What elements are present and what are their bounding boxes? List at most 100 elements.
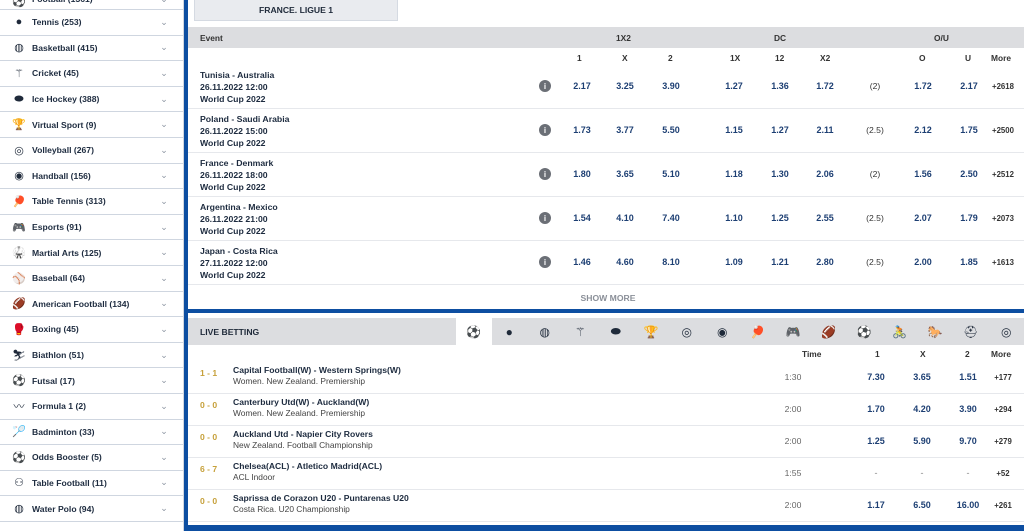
odd-ox[interactable]: 3.65 — [605, 169, 645, 179]
sidebar-item[interactable]: ⚚ Cricket (45) ⌄ — [0, 61, 183, 87]
odd-o2[interactable]: 5.10 — [651, 169, 691, 179]
match-teams[interactable]: Auckland Utd - Napier City Rovers — [233, 428, 373, 440]
odd-d1x[interactable]: 1.09 — [714, 257, 754, 267]
match-teams[interactable]: Capital Football(W) - Western Springs(W) — [233, 364, 401, 376]
chevron-down-icon[interactable]: ⌄ — [159, 68, 169, 78]
tennis-icon[interactable]: ● — [492, 318, 528, 345]
info-icon[interactable]: i — [539, 256, 551, 268]
table-tennis-icon[interactable]: 🏓 — [740, 318, 776, 345]
odd-d12[interactable]: 1.36 — [760, 81, 800, 91]
chevron-down-icon[interactable]: ⌄ — [159, 0, 169, 4]
chevron-down-icon[interactable]: ⌄ — [159, 145, 169, 155]
chevron-down-icon[interactable]: ⌄ — [159, 452, 169, 462]
odd-o2[interactable]: 7.40 — [651, 213, 691, 223]
chevron-down-icon[interactable]: ⌄ — [159, 477, 169, 488]
chevron-down-icon[interactable]: ⌄ — [159, 119, 169, 130]
chevron-down-icon[interactable]: ⌄ — [159, 170, 169, 181]
odd-ov[interactable]: 1.56 — [903, 169, 943, 179]
odd-d12[interactable]: 1.27 — [760, 125, 800, 135]
live-odd-1[interactable]: 1.25 — [856, 436, 896, 446]
live-odd-x[interactable]: 4.20 — [902, 404, 942, 414]
match-teams[interactable]: Canterbury Utd(W) - Auckland(W) — [233, 396, 369, 408]
sidebar-item[interactable]: ◎ Volleyball (267) ⌄ — [0, 138, 183, 164]
odd-ov[interactable]: 2.07 — [903, 213, 943, 223]
more-markets-link[interactable]: +2618 — [983, 82, 1023, 91]
sidebar-item[interactable]: 〰 Formula 1 (2) ⌄ — [0, 394, 183, 420]
event-info[interactable]: Tunisia - Australia 26.11.2022 12:00 World… — [200, 69, 274, 105]
chevron-down-icon[interactable]: ⌄ — [159, 375, 169, 386]
odd-ox[interactable]: 4.10 — [605, 213, 645, 223]
basketball-icon[interactable]: ◍ — [527, 318, 563, 345]
odd-o1[interactable]: 2.17 — [562, 81, 602, 91]
odd-o2[interactable]: 5.50 — [651, 125, 691, 135]
odd-ox[interactable]: 4.60 — [605, 257, 645, 267]
volleyball-icon[interactable]: ◎ — [669, 318, 705, 345]
horse-icon[interactable]: 🐎 — [918, 318, 954, 345]
info-icon[interactable]: i — [539, 168, 551, 180]
live-odd-x[interactable]: 6.50 — [902, 500, 942, 510]
event-info[interactable]: Japan - Costa Rica 27.11.2022 12:00 World … — [200, 245, 278, 281]
odd-d1x[interactable]: 1.10 — [714, 213, 754, 223]
sidebar-item[interactable]: 🏓 Table Tennis (313) ⌄ — [0, 189, 183, 215]
sidebar-item[interactable]: ⛷ Biathlon (51) ⌄ — [0, 343, 183, 369]
live-odd-1[interactable]: - — [856, 468, 896, 478]
cricket-icon[interactable]: ⚚ — [563, 318, 599, 345]
live-odd-x[interactable]: - — [902, 468, 942, 478]
sidebar-item[interactable]: ⚽ Odds Booster (5) ⌄ — [0, 445, 183, 471]
odd-o1[interactable]: 1.46 — [562, 257, 602, 267]
odd-o1[interactable]: 1.54 — [562, 213, 602, 223]
odd-d12[interactable]: 1.21 — [760, 257, 800, 267]
live-odd-2[interactable]: 9.70 — [948, 436, 988, 446]
more-markets-link[interactable]: +2512 — [983, 170, 1023, 179]
sidebar-item[interactable]: ⚾ Baseball (64) ⌄ — [0, 266, 183, 292]
futsal-icon[interactable]: ⚽ — [847, 318, 883, 345]
chevron-down-icon[interactable]: ⌄ — [159, 503, 169, 514]
odd-dx2[interactable]: 2.55 — [805, 213, 845, 223]
odd-ov[interactable]: 1.72 — [903, 81, 943, 91]
odd-ox[interactable]: 3.77 — [605, 125, 645, 135]
chevron-down-icon[interactable]: ⌄ — [159, 94, 169, 104]
odd-o1[interactable]: 1.80 — [562, 169, 602, 179]
more-markets-link[interactable]: +279 — [983, 437, 1023, 446]
sidebar-item[interactable]: 🥋 Martial Arts (125) ⌄ — [0, 240, 183, 266]
odd-o2[interactable]: 8.10 — [651, 257, 691, 267]
american-football-icon[interactable]: 🏈 — [811, 318, 847, 345]
info-icon[interactable]: i — [539, 124, 551, 136]
event-teams[interactable]: Tunisia - Australia — [200, 69, 274, 81]
chevron-down-icon[interactable]: ⌄ — [159, 401, 169, 411]
odd-dx2[interactable]: 2.11 — [805, 125, 845, 135]
show-more-button[interactable]: SHOW MORE — [188, 287, 1024, 309]
sidebar-item[interactable]: ⚇ Table Football (11) ⌄ — [0, 471, 183, 497]
trophy-icon[interactable]: 🏆 — [634, 318, 670, 345]
sidebar-item[interactable]: 🥊 Boxing (45) ⌄ — [0, 317, 183, 343]
info-icon[interactable]: i — [539, 80, 551, 92]
event-info[interactable]: Poland - Saudi Arabia 26.11.2022 15:00 Wor… — [200, 113, 289, 149]
live-odd-x[interactable]: 3.65 — [902, 372, 942, 382]
event-teams[interactable]: Argentina - Mexico — [200, 201, 278, 213]
odd-dx2[interactable]: 2.80 — [805, 257, 845, 267]
odd-d12[interactable]: 1.25 — [760, 213, 800, 223]
sidebar-item[interactable]: ● Tennis (253) ⌄ — [0, 10, 183, 36]
chevron-down-icon[interactable]: ⌄ — [159, 17, 169, 27]
chevron-down-icon[interactable]: ⌄ — [159, 42, 169, 53]
event-teams[interactable]: Poland - Saudi Arabia — [200, 113, 289, 125]
info-icon[interactable]: i — [539, 212, 551, 224]
live-odd-x[interactable]: 5.90 — [902, 436, 942, 446]
handball-icon[interactable]: ◉ — [705, 318, 741, 345]
ice-hockey-icon[interactable]: ⬬ — [598, 318, 634, 345]
sidebar-item[interactable]: 🏈 American Football (134) ⌄ — [0, 292, 183, 318]
event-teams[interactable]: France - Denmark — [200, 157, 273, 169]
league-tab[interactable]: FRANCE. LIGUE 1 — [194, 0, 398, 21]
cycling-icon[interactable]: 🚴 — [882, 318, 918, 345]
more-markets-link[interactable]: +177 — [983, 373, 1023, 382]
sidebar-item[interactable]: 🎮 Esports (91) ⌄ — [0, 215, 183, 241]
odd-o2[interactable]: 3.90 — [651, 81, 691, 91]
chevron-down-icon[interactable]: ⌄ — [159, 222, 169, 232]
odd-dx2[interactable]: 2.06 — [805, 169, 845, 179]
chevron-down-icon[interactable]: ⌄ — [159, 247, 169, 258]
odd-d1x[interactable]: 1.27 — [714, 81, 754, 91]
odd-d1x[interactable]: 1.18 — [714, 169, 754, 179]
chevron-down-icon[interactable]: ⌄ — [159, 196, 169, 206]
odd-d1x[interactable]: 1.15 — [714, 125, 754, 135]
target-icon[interactable]: ◎ — [989, 318, 1024, 345]
